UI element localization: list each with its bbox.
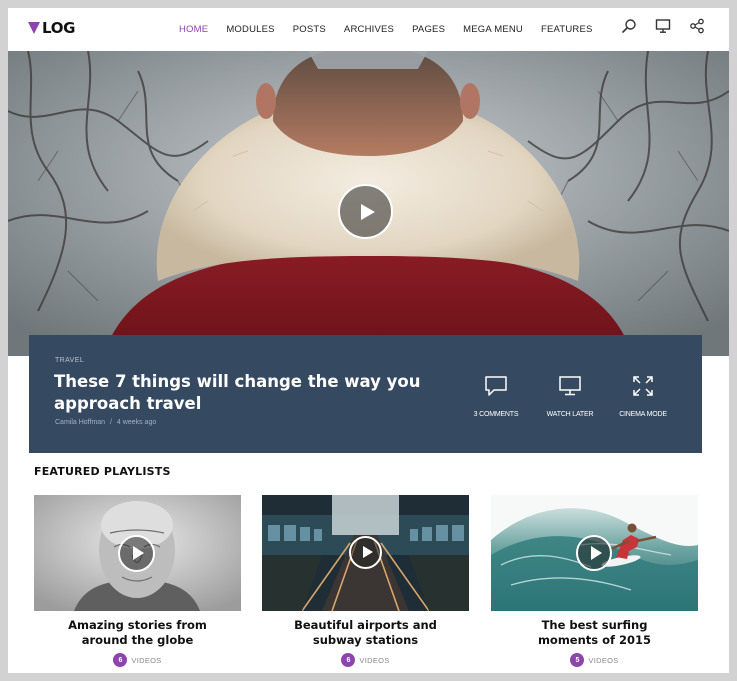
playlist-meta: 6 VIDEOS <box>34 653 241 667</box>
nav-item-pages[interactable]: PAGES <box>412 24 445 35</box>
site-logo[interactable]: LOG <box>28 18 75 38</box>
playlist-play-button[interactable] <box>118 535 155 572</box>
post-title[interactable]: These 7 things will change the way you a… <box>54 371 444 415</box>
monitor-icon <box>559 376 581 396</box>
meta-separator: / <box>110 419 112 426</box>
watch-later-button[interactable]: WATCH LATER <box>535 375 605 421</box>
share-icon[interactable] <box>689 18 705 34</box>
cinema-mode-button[interactable]: CINEMA MODE <box>608 375 678 421</box>
page-frame: LOG HOME MODULES POSTS ARCHIVES PAGES ME… <box>8 8 729 673</box>
playlist-meta: 5 VIDEOS <box>491 653 698 667</box>
comment-icon <box>485 376 507 396</box>
playlist-meta: 6 VIDEOS <box>262 653 469 667</box>
video-count-badge: 6 <box>113 653 128 667</box>
videos-label: VIDEOS <box>131 655 162 665</box>
play-icon <box>133 546 144 560</box>
playlist-thumbnail[interactable] <box>34 495 241 611</box>
playlist-card[interactable]: The best surfing moments of 2015 5 VIDEO… <box>491 495 698 667</box>
playlist-title-line: The best surfing <box>541 618 648 632</box>
nav-item-posts[interactable]: POSTS <box>293 24 326 35</box>
logo-triangle-icon <box>28 22 40 34</box>
playlist-title-line: Beautiful airports and <box>294 618 437 632</box>
watch-later-label: WATCH LATER <box>546 411 594 418</box>
hero-play-button[interactable] <box>338 184 393 239</box>
nav-item-mega-menu[interactable]: MEGA MENU <box>463 24 523 35</box>
comments-label: 3 COMMENTS <box>473 411 519 418</box>
playlist-thumbnail[interactable] <box>491 495 698 611</box>
logo-text: LOG <box>42 19 76 37</box>
post-time: 4 weeks ago <box>116 419 157 426</box>
site-header: LOG HOME MODULES POSTS ARCHIVES PAGES ME… <box>8 8 729 51</box>
section-title: FEATURED PLAYLISTS <box>34 465 171 478</box>
playlist-title-line: subway stations <box>312 633 419 647</box>
main-nav: HOME MODULES POSTS ARCHIVES PAGES MEGA M… <box>179 8 611 51</box>
play-icon <box>591 546 602 560</box>
playlist-play-button[interactable] <box>349 536 382 569</box>
playlist-play-button[interactable] <box>576 535 612 571</box>
search-icon[interactable] <box>621 18 637 34</box>
nav-item-features[interactable]: FEATURES <box>541 24 593 35</box>
cinema-mode-label: CINEMA MODE <box>619 411 667 418</box>
post-category[interactable]: TRAVEL <box>55 357 84 364</box>
post-author[interactable]: Camila Hoffman <box>55 419 105 426</box>
post-meta: Camila Hoffman / 4 weeks ago <box>55 419 156 426</box>
nav-item-modules[interactable]: MODULES <box>226 24 274 35</box>
playlist-card[interactable]: Beautiful airports and subway stations 6… <box>262 495 469 667</box>
comments-button[interactable]: 3 COMMENTS <box>461 375 531 421</box>
hero-info-panel: TRAVEL These 7 things will change the wa… <box>29 335 702 453</box>
playlist-title[interactable]: The best surfing moments of 2015 <box>491 618 698 648</box>
monitor-icon[interactable] <box>655 18 671 34</box>
playlist-card[interactable]: Amazing stories from around the globe 6 … <box>34 495 241 667</box>
videos-label: VIDEOS <box>588 655 619 665</box>
playlist-thumbnail[interactable] <box>262 495 469 611</box>
playlist-title-line: moments of 2015 <box>537 633 652 647</box>
play-icon <box>363 546 373 558</box>
nav-item-home[interactable]: HOME <box>179 24 208 35</box>
nav-item-archives[interactable]: ARCHIVES <box>344 24 394 35</box>
playlist-title[interactable]: Beautiful airports and subway stations <box>262 618 469 648</box>
expand-icon <box>633 376 653 396</box>
video-count-badge: 5 <box>570 653 585 667</box>
videos-label: VIDEOS <box>359 655 390 665</box>
playlist-title-line: Amazing stories from <box>68 618 207 632</box>
video-count-badge: 6 <box>341 653 356 667</box>
play-icon <box>361 204 375 220</box>
playlist-title[interactable]: Amazing stories from around the globe <box>34 618 241 648</box>
playlist-title-line: around the globe <box>81 633 194 647</box>
hero-image[interactable] <box>8 51 729 356</box>
